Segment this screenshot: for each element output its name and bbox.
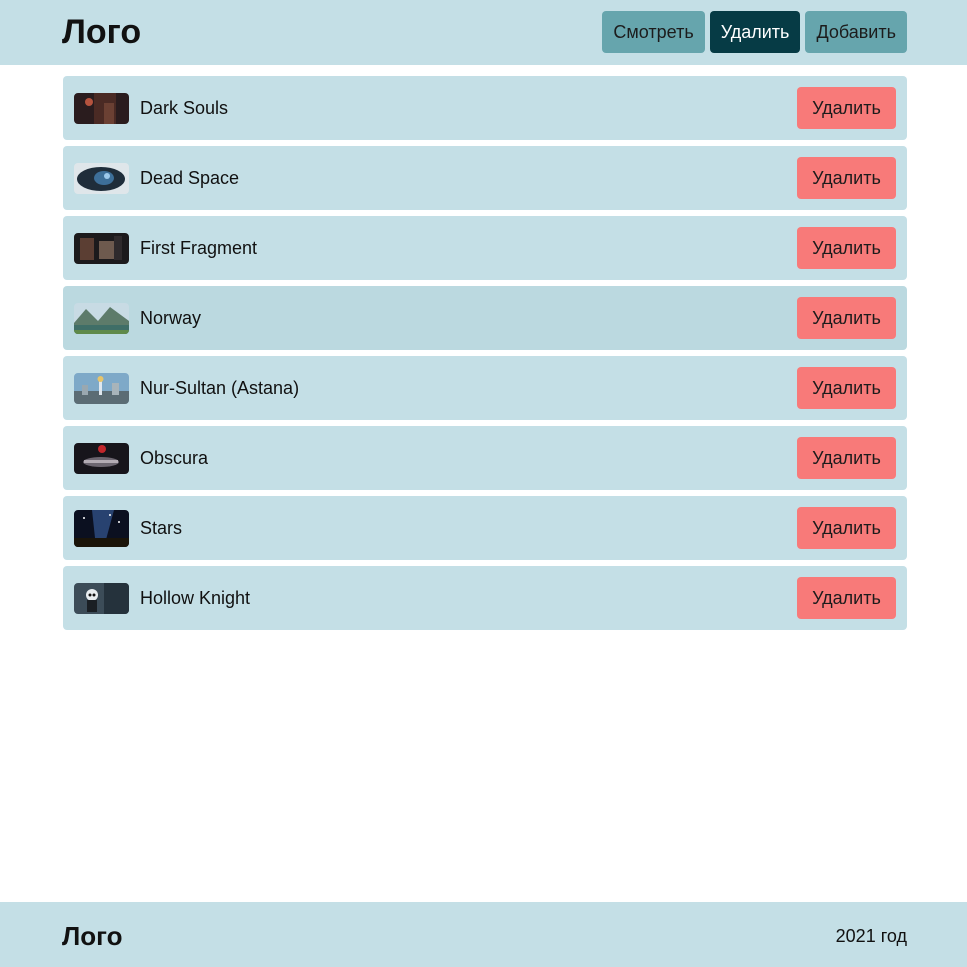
item-title: Stars [140,517,183,538]
list-item: Dark Souls Удалить [63,76,907,140]
nav-delete-button[interactable]: Удалить [709,11,801,53]
footer-year: 2021 год [835,926,907,946]
footer: Лого 2021 год [0,902,967,967]
logo[interactable]: Лого [62,12,141,52]
list-item: Hollow Knight Удалить [63,566,907,630]
item-thumbnail [74,442,129,474]
delete-button[interactable]: Удалить [797,507,896,549]
item-title: Obscura [140,447,209,468]
delete-button[interactable]: Удалить [797,577,896,619]
item-thumbnail [74,302,129,334]
item-title: Dark Souls [140,97,229,118]
item-thumbnail [74,509,129,547]
delete-button[interactable]: Удалить [797,297,896,339]
delete-button[interactable]: Удалить [797,87,896,129]
item-thumbnail [74,92,129,124]
nav-view-button[interactable]: Смотреть [602,11,705,53]
list-item: Norway Удалить [63,286,907,350]
item-title: Hollow Knight [140,587,251,608]
list-item: Nur-Sultan (Astana) Удалить [63,356,907,420]
header: Лого Смотреть Удалить Добавить [0,0,967,65]
item-title: Norway [140,307,202,328]
item-title: Dead Space [140,167,240,188]
nav-bar: Смотреть Удалить Добавить [602,11,907,53]
delete-button[interactable]: Удалить [797,367,896,409]
items-list: Dark Souls Удалить Dead Space Удалить Fi… [63,76,907,636]
item-thumbnail [74,162,129,194]
delete-button[interactable]: Удалить [797,437,896,479]
nav-add-button[interactable]: Добавить [805,11,907,53]
list-item: Obscura Удалить [63,426,907,490]
delete-button[interactable]: Удалить [797,157,896,199]
item-thumbnail [74,582,129,614]
item-thumbnail [74,232,129,264]
item-title: Nur-Sultan (Astana) [140,377,300,398]
list-item: Stars Удалить [63,496,907,560]
item-thumbnail [74,372,129,404]
delete-button[interactable]: Удалить [797,227,896,269]
item-title: First Fragment [140,237,258,258]
list-item: First Fragment Удалить [63,216,907,280]
footer-logo[interactable]: Лого [62,921,123,951]
list-item: Dead Space Удалить [63,146,907,210]
